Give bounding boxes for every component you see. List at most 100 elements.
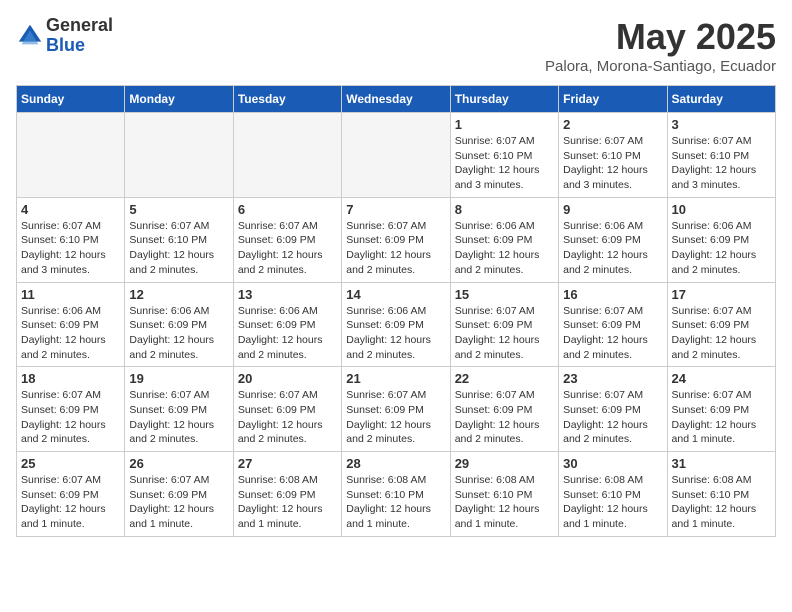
logo-blue-text: Blue [46,36,113,56]
weekday-header-row: SundayMondayTuesdayWednesdayThursdayFrid… [17,86,776,113]
calendar-day-cell: 10Sunrise: 6:06 AMSunset: 6:09 PMDayligh… [667,197,775,282]
day-number: 27 [238,456,337,471]
calendar-day-cell: 3 Sunrise: 6:07 AMSunset: 6:10 PMDaylight… [667,113,775,198]
day-info: Sunrise: 6:07 AMSunset: 6:10 PMDaylight:… [455,134,554,193]
month-title: May 2025 [545,16,776,58]
weekday-header: Wednesday [342,86,450,113]
calendar-week-row: 25 Sunrise: 6:07 AMSunset: 6:09 PMDayligh… [17,452,776,537]
calendar-day-cell: 14Sunrise: 6:06 AMSunset: 6:09 PMDayligh… [342,282,450,367]
day-number: 22 [455,371,554,386]
logo-general-text: General [46,16,113,36]
day-info: Sunrise: 6:06 AMSunset: 6:09 PMDaylight:… [455,219,554,278]
weekday-header: Thursday [450,86,558,113]
day-info: Sunrise: 6:07 AMSunset: 6:09 PMDaylight:… [129,473,228,532]
day-info: Sunrise: 6:07 AMSunset: 6:09 PMDaylight:… [238,388,337,447]
calendar-day-cell: 19 Sunrise: 6:07 AMSunset: 6:09 PMDayligh… [125,367,233,452]
day-number: 8 [455,202,554,217]
logo: General Blue [16,16,113,56]
calendar-day-cell: 24 Sunrise: 6:07 AMSunset: 6:09 PMDayligh… [667,367,775,452]
day-info: Sunrise: 6:06 AMSunset: 6:09 PMDaylight:… [563,219,662,278]
day-number: 25 [21,456,120,471]
day-number: 28 [346,456,445,471]
calendar-day-cell: 28 Sunrise: 6:08 AMSunset: 6:10 PMDayligh… [342,452,450,537]
calendar-day-cell: 15 Sunrise: 6:07 AMSunset: 6:09 PMDayligh… [450,282,558,367]
day-info: Sunrise: 6:06 AMSunset: 6:09 PMDaylight:… [238,304,337,363]
day-number: 1 [455,117,554,132]
day-info: Sunrise: 6:08 AMSunset: 6:10 PMDaylight:… [563,473,662,532]
day-info: Sunrise: 6:06 AMSunset: 6:09 PMDaylight:… [21,304,120,363]
calendar-day-cell: 6Sunrise: 6:07 AMSunset: 6:09 PMDaylight… [233,197,341,282]
calendar-day-cell: 8 Sunrise: 6:06 AMSunset: 6:09 PMDaylight… [450,197,558,282]
weekday-header: Friday [559,86,667,113]
day-number: 18 [21,371,120,386]
calendar-week-row: 11Sunrise: 6:06 AMSunset: 6:09 PMDayligh… [17,282,776,367]
calendar-day-cell: 4Sunrise: 6:07 AMSunset: 6:10 PMDaylight… [17,197,125,282]
day-info: Sunrise: 6:07 AMSunset: 6:09 PMDaylight:… [346,219,445,278]
weekday-header: Tuesday [233,86,341,113]
calendar-day-cell: 31 Sunrise: 6:08 AMSunset: 6:10 PMDayligh… [667,452,775,537]
calendar-day-cell: 7Sunrise: 6:07 AMSunset: 6:09 PMDaylight… [342,197,450,282]
calendar-day-cell: 16Sunrise: 6:07 AMSunset: 6:09 PMDayligh… [559,282,667,367]
title-block: May 2025 Palora, Morona-Santiago, Ecuado… [545,16,776,75]
calendar-day-cell [342,113,450,198]
day-info: Sunrise: 6:07 AMSunset: 6:09 PMDaylight:… [21,473,120,532]
day-info: Sunrise: 6:07 AMSunset: 6:10 PMDaylight:… [672,134,771,193]
calendar-week-row: 1 Sunrise: 6:07 AMSunset: 6:10 PMDaylight… [17,113,776,198]
day-number: 26 [129,456,228,471]
weekday-header: Monday [125,86,233,113]
day-info: Sunrise: 6:07 AMSunset: 6:09 PMDaylight:… [238,219,337,278]
day-info: Sunrise: 6:07 AMSunset: 6:10 PMDaylight:… [129,219,228,278]
calendar-day-cell: 29 Sunrise: 6:08 AMSunset: 6:10 PMDayligh… [450,452,558,537]
calendar-day-cell: 5Sunrise: 6:07 AMSunset: 6:10 PMDaylight… [125,197,233,282]
location: Palora, Morona-Santiago, Ecuador [545,58,776,75]
calendar-day-cell: 26 Sunrise: 6:07 AMSunset: 6:09 PMDayligh… [125,452,233,537]
calendar-day-cell: 9Sunrise: 6:06 AMSunset: 6:09 PMDaylight… [559,197,667,282]
day-number: 17 [672,287,771,302]
calendar-day-cell [17,113,125,198]
calendar-day-cell: 22 Sunrise: 6:07 AMSunset: 6:09 PMDayligh… [450,367,558,452]
day-info: Sunrise: 6:07 AMSunset: 6:10 PMDaylight:… [563,134,662,193]
day-info: Sunrise: 6:08 AMSunset: 6:10 PMDaylight:… [455,473,554,532]
day-number: 2 [563,117,662,132]
day-info: Sunrise: 6:06 AMSunset: 6:09 PMDaylight:… [672,219,771,278]
page-header: General Blue May 2025 Palora, Morona-San… [16,16,776,75]
day-info: Sunrise: 6:08 AMSunset: 6:10 PMDaylight:… [346,473,445,532]
day-info: Sunrise: 6:07 AMSunset: 6:09 PMDaylight:… [455,304,554,363]
calendar-body: 1 Sunrise: 6:07 AMSunset: 6:10 PMDaylight… [17,113,776,537]
day-number: 29 [455,456,554,471]
calendar-day-cell: 11Sunrise: 6:06 AMSunset: 6:09 PMDayligh… [17,282,125,367]
day-number: 3 [672,117,771,132]
day-number: 4 [21,202,120,217]
calendar-day-cell: 20 Sunrise: 6:07 AMSunset: 6:09 PMDayligh… [233,367,341,452]
day-number: 15 [455,287,554,302]
day-number: 31 [672,456,771,471]
weekday-header: Sunday [17,86,125,113]
day-info: Sunrise: 6:07 AMSunset: 6:09 PMDaylight:… [672,388,771,447]
calendar-day-cell: 12Sunrise: 6:06 AMSunset: 6:09 PMDayligh… [125,282,233,367]
day-number: 23 [563,371,662,386]
day-info: Sunrise: 6:07 AMSunset: 6:09 PMDaylight:… [672,304,771,363]
day-info: Sunrise: 6:07 AMSunset: 6:09 PMDaylight:… [129,388,228,447]
calendar-day-cell: 18Sunrise: 6:07 AMSunset: 6:09 PMDayligh… [17,367,125,452]
day-info: Sunrise: 6:07 AMSunset: 6:09 PMDaylight:… [455,388,554,447]
day-info: Sunrise: 6:07 AMSunset: 6:09 PMDaylight:… [563,388,662,447]
day-number: 21 [346,371,445,386]
calendar-day-cell: 21 Sunrise: 6:07 AMSunset: 6:09 PMDayligh… [342,367,450,452]
day-number: 24 [672,371,771,386]
calendar-day-cell: 17 Sunrise: 6:07 AMSunset: 6:09 PMDayligh… [667,282,775,367]
day-info: Sunrise: 6:08 AMSunset: 6:10 PMDaylight:… [672,473,771,532]
day-number: 12 [129,287,228,302]
day-number: 16 [563,287,662,302]
day-info: Sunrise: 6:08 AMSunset: 6:09 PMDaylight:… [238,473,337,532]
calendar-day-cell: 1 Sunrise: 6:07 AMSunset: 6:10 PMDaylight… [450,113,558,198]
day-info: Sunrise: 6:07 AMSunset: 6:09 PMDaylight:… [346,388,445,447]
calendar-day-cell: 2 Sunrise: 6:07 AMSunset: 6:10 PMDaylight… [559,113,667,198]
calendar-week-row: 18 Sunrise: 6:07 AMSunset: 6:09 PMDayligh… [17,367,776,452]
calendar-day-cell: 13Sunrise: 6:06 AMSunset: 6:09 PMDayligh… [233,282,341,367]
day-number: 19 [129,371,228,386]
calendar-day-cell: 30Sunrise: 6:08 AMSunset: 6:10 PMDayligh… [559,452,667,537]
day-info: Sunrise: 6:06 AMSunset: 6:09 PMDaylight:… [346,304,445,363]
calendar-day-cell [125,113,233,198]
logo-icon [16,22,44,50]
day-number: 20 [238,371,337,386]
